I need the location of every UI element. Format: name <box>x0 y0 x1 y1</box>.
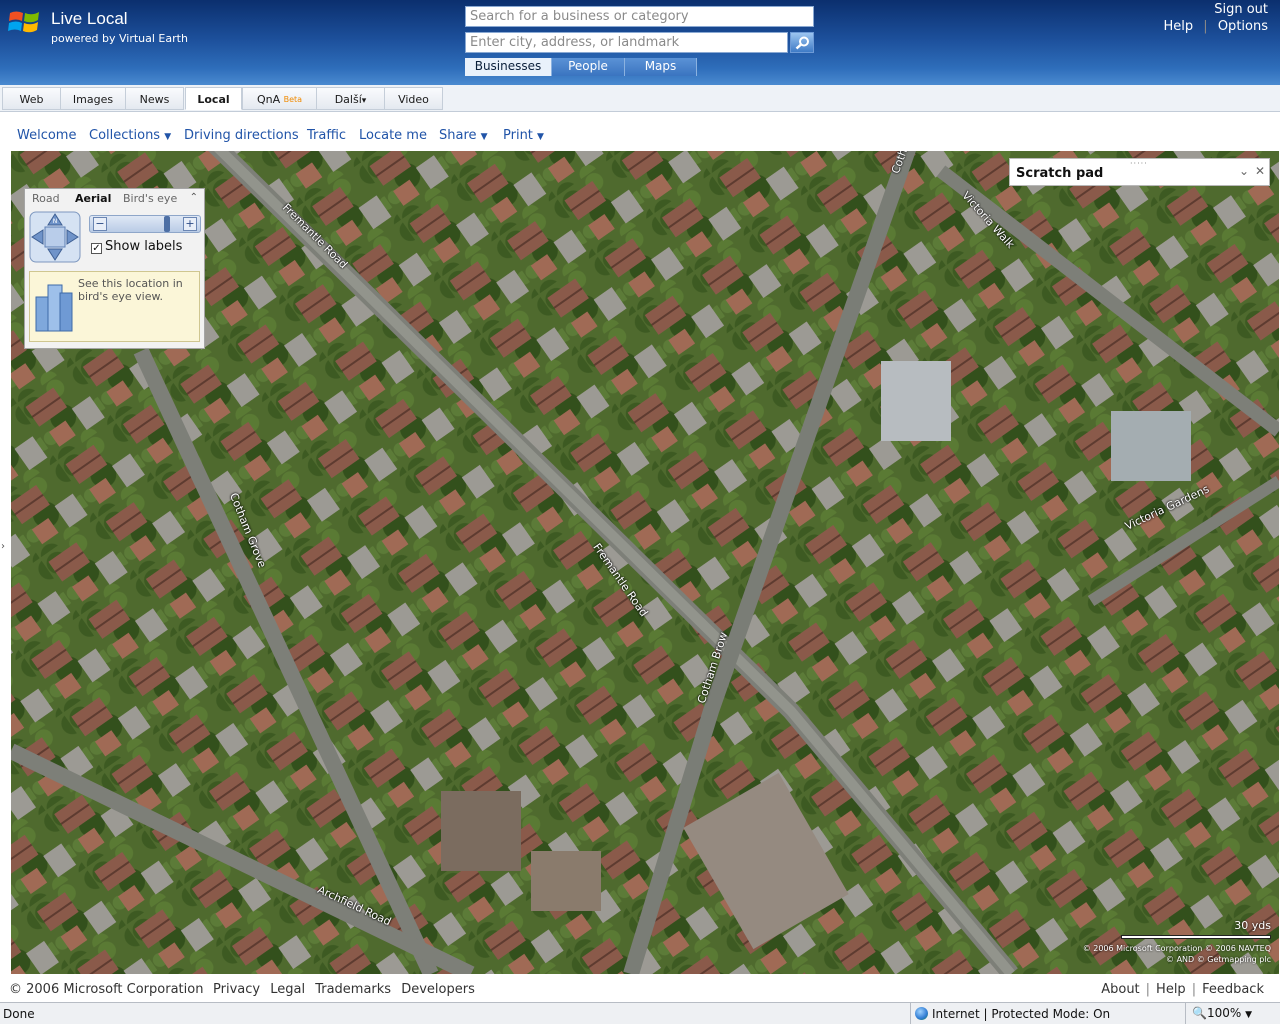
developers-link[interactable]: Developers <box>401 982 475 997</box>
tab-local[interactable]: Local <box>185 87 242 110</box>
chevron-down-icon: ▼ <box>1245 1010 1253 1020</box>
vertical-nav: Web Images News Local QnA Beta Další▾ Vi… <box>0 85 1280 112</box>
zone-label: Internet | Protected Mode: On <box>932 1007 1111 1021</box>
collections-label: Collections <box>89 128 161 143</box>
print-label: Print <box>503 128 533 143</box>
separator: | <box>1203 19 1208 34</box>
tab-video[interactable]: Video <box>384 87 443 110</box>
map-style-road[interactable]: Road <box>32 192 60 205</box>
tab-web[interactable]: Web <box>2 87 61 110</box>
collections-menu[interactable]: Collections ▼ <box>89 128 171 143</box>
globe-icon <box>915 1007 928 1020</box>
scratch-pad-title: Scratch pad <box>1016 166 1104 181</box>
chevron-up-icon[interactable]: ⌃ <box>190 192 198 203</box>
search-icon <box>795 36 809 50</box>
security-zone[interactable]: Internet | Protected Mode: On <box>910 1003 1116 1024</box>
share-label: Share <box>439 128 477 143</box>
map-style-aerial[interactable]: Aerial <box>75 192 111 205</box>
welcome-link[interactable]: Welcome <box>17 128 76 143</box>
map-style-tabs: Road Aerial Bird's eye ⌃ <box>25 189 204 208</box>
zoom-slider[interactable]: − + <box>89 215 201 233</box>
beta-badge: Beta <box>283 95 303 104</box>
scope-tab-people[interactable]: People <box>552 58 625 76</box>
trademarks-link[interactable]: Trademarks <box>315 982 391 997</box>
magnifier-icon: 🔍 <box>1192 1006 1207 1020</box>
chevron-down-icon: ▼ <box>164 132 172 142</box>
print-menu[interactable]: Print ▼ <box>503 128 544 143</box>
driving-directions-link[interactable]: Driving directions <box>184 128 299 143</box>
footer: © 2006 Microsoft Corporation Privacy Leg… <box>0 979 1280 1000</box>
help-link[interactable]: Help <box>1164 19 1194 34</box>
chevron-down-icon: ▼ <box>480 132 488 142</box>
copyright-line: © AND © Getmapping plc <box>1166 955 1271 964</box>
zoom-value: 100% <box>1206 1006 1242 1020</box>
chevron-down-icon[interactable]: ⌄ <box>1239 164 1249 178</box>
svg-text:N: N <box>53 218 58 225</box>
drag-handle-icon[interactable]: ····· <box>1130 159 1148 168</box>
tab-qna-label: QnA <box>256 93 281 106</box>
scope-tab-maps[interactable]: Maps <box>625 58 697 76</box>
map-style-birds-eye[interactable]: Bird's eye <box>123 192 177 205</box>
tab-more[interactable]: Další▾ <box>316 87 385 110</box>
footer-right-links: About | Help | Feedback <box>1101 982 1264 997</box>
about-link[interactable]: About <box>1101 982 1139 997</box>
command-bar: Welcome Collections ▼ Driving directions… <box>0 122 1280 150</box>
brand-subtitle: powered by Virtual Earth <box>51 32 188 45</box>
footer-copyright: © 2006 Microsoft Corporation <box>9 982 204 997</box>
birds-eye-text: See this location in bird's eye view. <box>78 277 183 303</box>
scale-label: 30 yds <box>1234 919 1271 932</box>
scale-bar <box>1121 935 1271 939</box>
status-text: Done <box>3 1007 35 1021</box>
show-labels-toggle[interactable]: ✓ Show labels <box>91 239 182 254</box>
legal-link[interactable]: Legal <box>270 982 305 997</box>
map-control-panel: Road Aerial Bird's eye ⌃ N − + ✓ Show lab… <box>24 188 205 349</box>
windows-logo-icon <box>8 11 39 33</box>
brand-title[interactable]: Live Local <box>51 9 128 29</box>
traffic-link[interactable]: Traffic <box>307 128 346 143</box>
chevron-down-icon: ▼ <box>537 132 544 142</box>
copyright-line: © 2006 Microsoft Corporation © 2006 NAVT… <box>1082 944 1271 953</box>
scratch-pad[interactable]: ····· Scratch pad ⌄ ✕ <box>1009 158 1270 186</box>
search-button[interactable] <box>790 32 814 53</box>
account-links: Sign out Help | Options <box>1164 1 1268 35</box>
share-menu[interactable]: Share ▼ <box>439 128 488 143</box>
pan-compass-icon[interactable]: N <box>29 211 81 263</box>
expand-panel-icon[interactable]: › <box>1 541 5 552</box>
options-link[interactable]: Options <box>1218 19 1268 34</box>
business-search-input[interactable]: Search for a business or category <box>465 6 814 27</box>
aerial-map[interactable]: Fremantle Road Fremantle Road Cotham Gro… <box>11 151 1279 974</box>
location-search-input[interactable]: Enter city, address, or landmark <box>465 32 788 53</box>
scope-tabs: Businesses People Maps <box>465 58 697 76</box>
tab-more-label: Další <box>334 93 362 106</box>
scope-tab-businesses[interactable]: Businesses <box>465 58 552 76</box>
tab-images[interactable]: Images <box>60 87 126 110</box>
tab-qna[interactable]: QnA Beta <box>242 87 317 110</box>
zoom-out-icon[interactable]: − <box>93 217 107 231</box>
locate-me-link[interactable]: Locate me <box>359 128 427 143</box>
chevron-down-icon: ▾ <box>361 96 367 106</box>
footer-links: Privacy Legal Trademarks Developers <box>213 982 481 997</box>
show-labels-label: Show labels <box>105 239 183 254</box>
tab-news[interactable]: News <box>125 87 184 110</box>
map-copyright: © 2006 Microsoft Corporation © 2006 NAVT… <box>1083 943 1271 965</box>
header: Live Local powered by Virtual Earth Sear… <box>0 0 1280 85</box>
feedback-link[interactable]: Feedback <box>1202 982 1264 997</box>
zoom-thumb[interactable] <box>164 216 170 232</box>
close-icon[interactable]: ✕ <box>1255 164 1265 178</box>
birds-eye-hint[interactable]: See this location in bird's eye view. <box>29 271 200 342</box>
zoom-level[interactable]: 🔍100% ▼ <box>1185 1003 1258 1024</box>
browser-status-bar: Done Internet | Protected Mode: On 🔍100%… <box>0 1002 1280 1024</box>
checkbox-checked-icon[interactable]: ✓ <box>91 243 102 254</box>
separator: | <box>1191 982 1197 997</box>
buildings-icon <box>35 284 73 332</box>
privacy-link[interactable]: Privacy <box>213 982 260 997</box>
footer-help-link[interactable]: Help <box>1156 982 1186 997</box>
separator: | <box>1145 982 1151 997</box>
zoom-in-icon[interactable]: + <box>183 217 197 231</box>
sign-out-link[interactable]: Sign out <box>1164 1 1268 18</box>
